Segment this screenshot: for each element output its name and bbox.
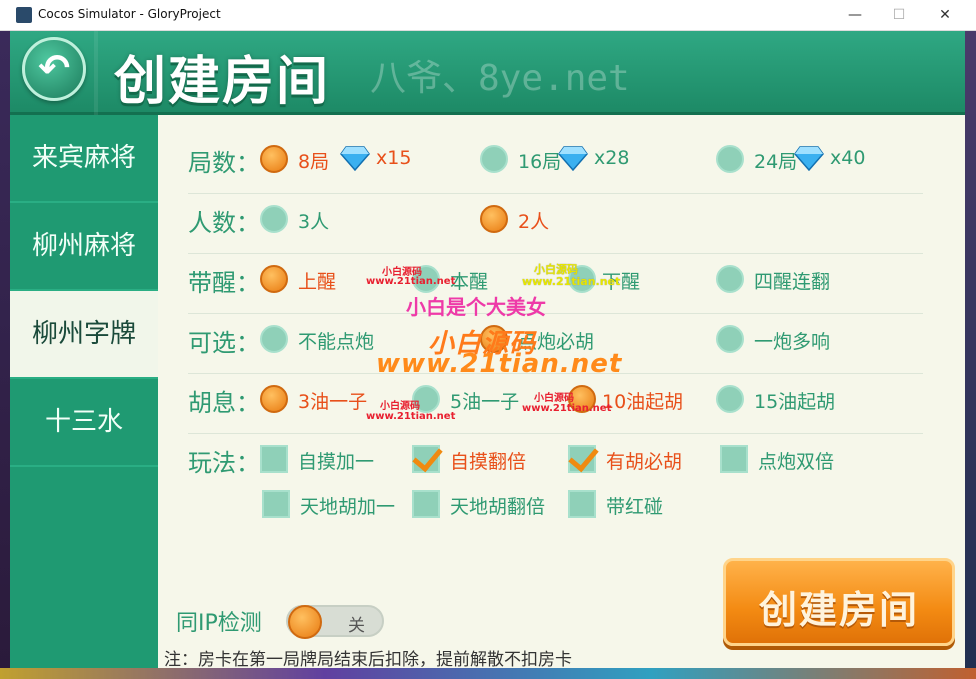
watermark-url: www.21tian.net <box>366 411 456 422</box>
xing-ben-label: 本醒 <box>450 271 489 293</box>
optional-yipao-duoxiang-label: 一炮多响 <box>754 331 831 353</box>
header-divider <box>94 31 98 115</box>
rule-tiandihu-fanbei-label: 天地胡翻倍 <box>450 496 546 518</box>
rounds-label: 局数： <box>188 149 260 177</box>
rounds-8-gems: x15 <box>376 147 412 169</box>
sidebar-item-liuzhou-mahjong[interactable]: 柳州麻将 <box>10 203 158 291</box>
rounds-16-label: 16局 <box>518 151 562 173</box>
rule-youhu-bihu-checkbox[interactable] <box>568 445 596 473</box>
watermark-text: 小白源码 <box>380 401 420 412</box>
huxi-10you-label: 10油起胡 <box>602 391 684 413</box>
rounds-8-radio[interactable] <box>260 145 288 173</box>
optional-label: 可选： <box>188 329 260 357</box>
players-3-label: 3人 <box>298 211 330 233</box>
same-ip-label: 同IP检测 <box>176 611 262 636</box>
minimize-button[interactable]: — <box>832 4 878 26</box>
huxi-3you-label: 3油一子 <box>298 391 368 413</box>
rounds-8-label: 8局 <box>298 151 330 173</box>
back-arrow-icon: ↶ <box>38 46 70 90</box>
watermark-text: 小白源码 <box>534 393 574 404</box>
rule-tiandihu-jiayi-checkbox[interactable] <box>262 490 290 518</box>
rule-youhu-bihu-label: 有胡必胡 <box>606 451 683 473</box>
rule-dianpao-shuangbei-label: 点炮双倍 <box>758 451 835 473</box>
watermark-url: www.21tian.net <box>366 276 456 287</box>
rounds-24-gems: x40 <box>830 147 866 169</box>
title-bar: Cocos Simulator - GloryProject — ☐ ✕ <box>0 0 976 31</box>
huxi-label: 胡息： <box>188 389 260 417</box>
header-watermark: 八爷、8ye.net <box>370 58 630 99</box>
room-card-note: 注：房卡在第一局牌局结束后扣除，提前解散不扣房卡 <box>164 650 572 670</box>
rule-zimo-fanbei-label: 自摸翻倍 <box>450 451 527 473</box>
game-sidebar: 来宾麻将 柳州麻将 柳州字牌 十三水 <box>10 115 158 668</box>
app-window: Cocos Simulator - GloryProject — ☐ ✕ ↶ 创… <box>0 0 976 679</box>
sidebar-item-laibin-mahjong[interactable]: 来宾麻将 <box>10 115 158 203</box>
rule-zimo-jiayi-label: 自摸加一 <box>298 451 375 473</box>
rule-zimo-jiayi-checkbox[interactable] <box>260 445 288 473</box>
diamond-icon <box>794 146 824 171</box>
optional-yipao-duoxiang-radio[interactable] <box>716 325 744 353</box>
players-label: 人数： <box>188 209 260 237</box>
create-room-button[interactable]: 创建房间 <box>723 558 955 646</box>
xing-silian-radio[interactable] <box>716 265 744 293</box>
optional-no-dianpao-radio[interactable] <box>260 325 288 353</box>
rounds-16-radio[interactable] <box>480 145 508 173</box>
rule-daihong-peng-label: 带红碰 <box>606 496 664 518</box>
divider <box>188 313 923 314</box>
players-3-radio[interactable] <box>260 205 288 233</box>
watermark-url: www.21tian.net <box>522 275 621 288</box>
sidebar-item-shisanshui[interactable]: 十三水 <box>10 379 158 467</box>
rounds-24-radio[interactable] <box>716 145 744 173</box>
diamond-icon <box>340 146 370 171</box>
xing-silian-label: 四醒连翻 <box>754 271 831 293</box>
xing-shang-label: 上醒 <box>298 271 337 293</box>
rules-label: 玩法： <box>188 449 260 477</box>
watermark-text: 小白是个大美女 <box>406 295 546 319</box>
maximize-button[interactable]: ☐ <box>876 4 922 26</box>
header-bar: ↶ 创建房间 八爷、8ye.net <box>10 31 965 115</box>
close-button[interactable]: ✕ <box>922 4 968 26</box>
huxi-15you-label: 15油起胡 <box>754 391 836 413</box>
back-button[interactable]: ↶ <box>22 37 86 101</box>
huxi-3you-radio[interactable] <box>260 385 288 413</box>
diamond-icon <box>558 146 588 171</box>
app-icon <box>16 7 32 23</box>
watermark-url: www.21tian.net <box>522 403 612 414</box>
rounds-16-gems: x28 <box>594 147 630 169</box>
players-2-label: 2人 <box>518 211 550 233</box>
rule-daihong-peng-checkbox[interactable] <box>568 490 596 518</box>
window-title: Cocos Simulator - GloryProject <box>38 7 221 21</box>
rule-dianpao-shuangbei-checkbox[interactable] <box>720 445 748 473</box>
xing-shang-radio[interactable] <box>260 265 288 293</box>
huxi-15you-radio[interactable] <box>716 385 744 413</box>
huxi-5you-label: 5油一子 <box>450 391 520 413</box>
create-room-label: 创建房间 <box>758 588 919 632</box>
background-right <box>965 31 976 679</box>
sidebar-item-liuzhou-zipai[interactable]: 柳州字牌 <box>10 291 158 379</box>
rule-zimo-fanbei-checkbox[interactable] <box>412 445 440 473</box>
toggle-state: 关 <box>348 616 365 636</box>
players-2-radio[interactable] <box>480 205 508 233</box>
optional-no-dianpao-label: 不能点炮 <box>298 331 375 353</box>
rule-tiandihu-fanbei-checkbox[interactable] <box>412 490 440 518</box>
options-panel: 局数： 8局 x15 16局 x28 24局 x40 人数： 3人 2人 带醒：… <box>158 115 965 670</box>
xing-label: 带醒： <box>188 269 260 297</box>
divider <box>188 253 923 254</box>
background-left <box>0 31 10 679</box>
rule-tiandihu-jiayi-label: 天地胡加一 <box>300 496 396 518</box>
watermark-url: www.21tian.net <box>376 349 623 379</box>
toggle-knob <box>288 605 322 639</box>
same-ip-toggle[interactable]: 关 <box>286 605 384 639</box>
divider <box>188 433 923 434</box>
page-title: 创建房间 <box>114 52 331 112</box>
rounds-24-label: 24局 <box>754 151 798 173</box>
divider <box>188 193 923 194</box>
